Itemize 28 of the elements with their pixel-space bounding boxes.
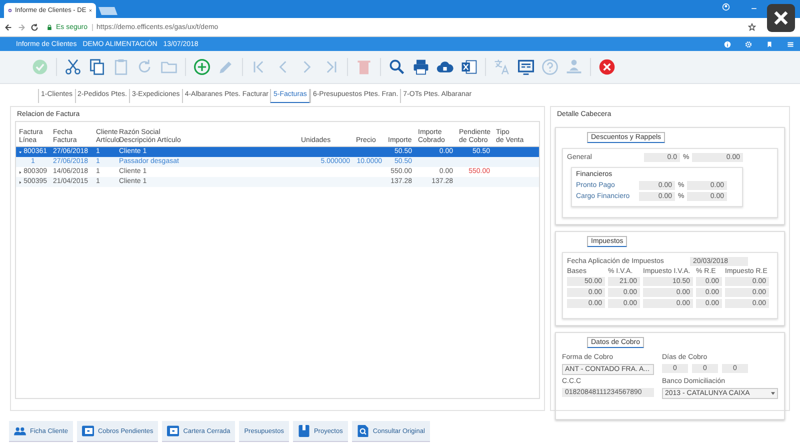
forward-arrow-icon[interactable]	[17, 22, 26, 32]
close-icon[interactable]	[767, 4, 795, 32]
wallet-icon	[82, 425, 94, 437]
expand-toggle-icon[interactable]	[19, 180, 22, 184]
new-tab-button[interactable]	[98, 7, 118, 15]
document-search-icon	[356, 425, 369, 437]
reload-icon[interactable]	[30, 22, 39, 32]
settings-icon[interactable]	[745, 40, 752, 48]
expand-toggle-icon[interactable]	[19, 170, 22, 174]
caret-icon	[771, 392, 775, 395]
bookmark-icon[interactable]	[766, 40, 773, 48]
search-icon[interactable]	[388, 58, 406, 76]
printer-icon[interactable]	[412, 58, 430, 76]
back-arrow-icon[interactable]	[4, 22, 13, 32]
star-icon[interactable]	[748, 23, 756, 31]
monitor-icon[interactable]	[517, 58, 535, 76]
menu-icon[interactable]	[787, 40, 794, 48]
copy-icon[interactable]	[88, 58, 106, 76]
info-icon[interactable]	[724, 40, 731, 48]
plus-circle-icon[interactable]	[193, 58, 211, 76]
people-icon	[14, 425, 26, 437]
globe-icon	[8, 7, 12, 14]
lock-icon	[47, 24, 52, 30]
wallet-icon	[167, 425, 180, 437]
spreadsheet-icon[interactable]	[460, 58, 478, 76]
account-icon[interactable]	[722, 2, 730, 10]
scissors-icon[interactable]	[64, 58, 82, 76]
binder-icon	[298, 425, 310, 437]
